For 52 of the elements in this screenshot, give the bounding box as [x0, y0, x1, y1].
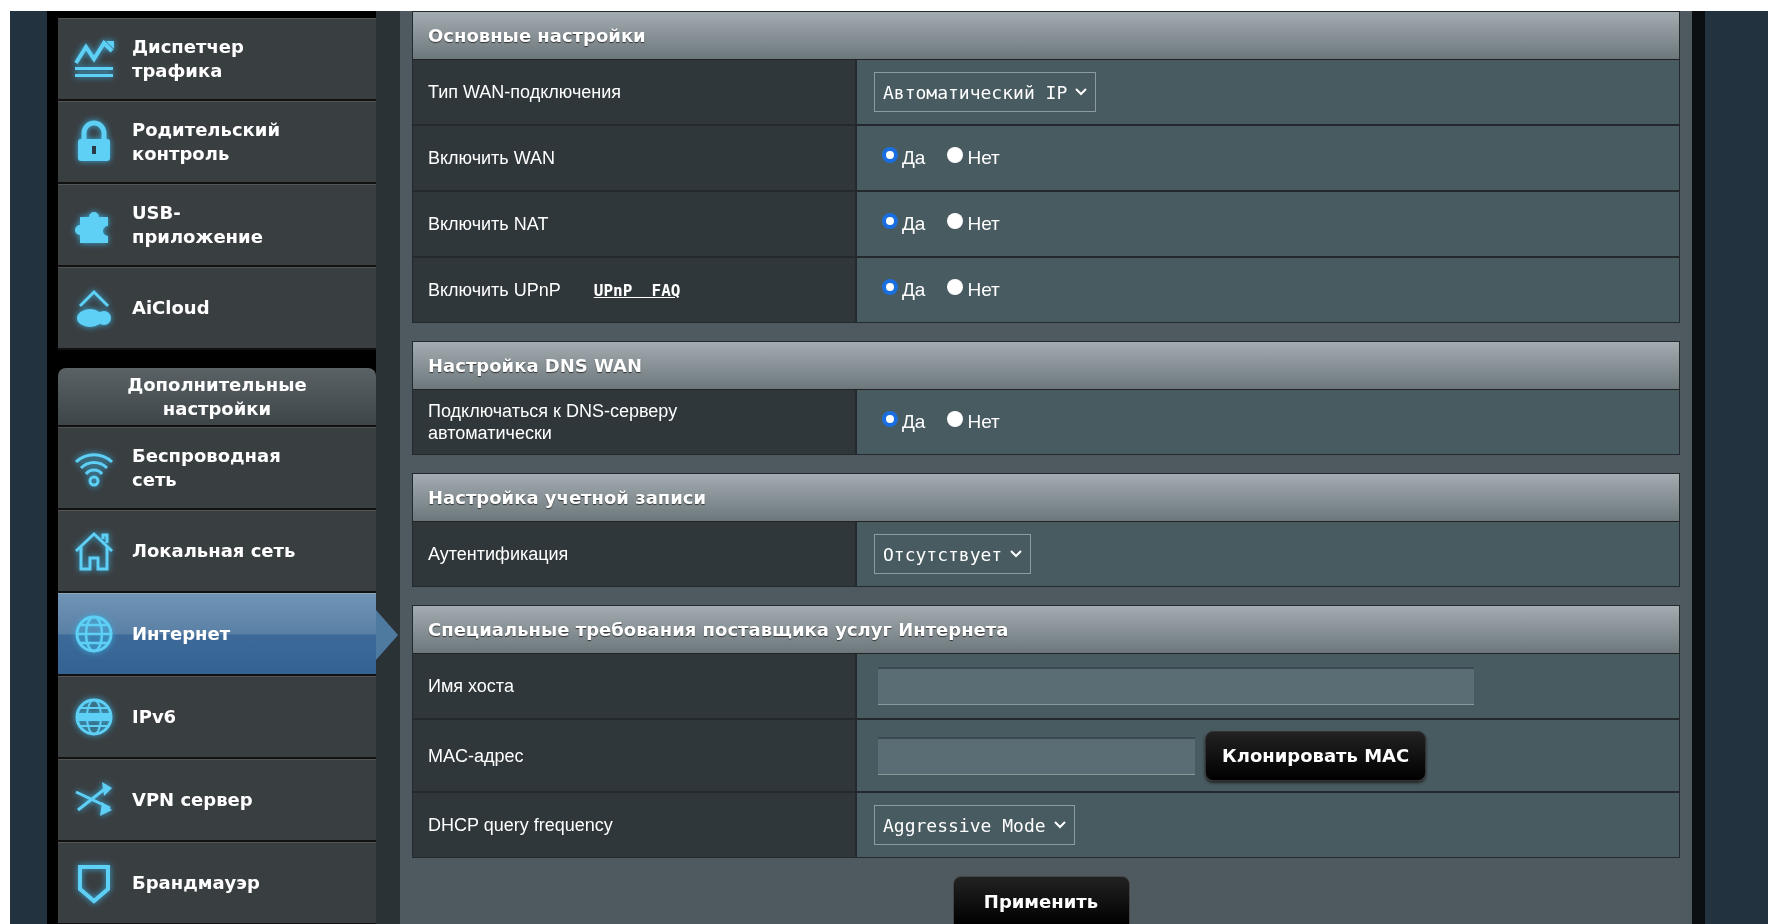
- radio-label: Нет: [967, 147, 1000, 169]
- radio-label: Да: [902, 213, 926, 235]
- input-field[interactable]: [878, 667, 1474, 705]
- sidebar-item[interactable]: Беспроводная сеть: [58, 427, 376, 510]
- select-dropdown[interactable]: Отсутствует: [874, 534, 1032, 574]
- select-dropdown[interactable]: Aggressive Mode: [874, 805, 1075, 845]
- sidebar-item[interactable]: Диспетчер трафика: [58, 18, 376, 101]
- radio-label: Да: [902, 279, 926, 301]
- radio-button[interactable]: [882, 279, 898, 295]
- radio-button[interactable]: [882, 213, 898, 229]
- radio-button[interactable]: [947, 147, 964, 163]
- sidebar-item[interactable]: IPv6: [58, 676, 376, 759]
- field-label: Аутентификация: [428, 543, 569, 565]
- apply-button[interactable]: Применить: [952, 876, 1130, 924]
- sidebar-item[interactable]: Брандмауэр: [58, 842, 376, 924]
- radio-button[interactable]: [947, 279, 964, 295]
- chevron-down-icon: [1075, 88, 1088, 96]
- field-label: DHCP query frequency: [428, 814, 613, 836]
- field-label: MAC-адрес: [428, 744, 524, 767]
- section-title: Специальные требования поставщика услуг Интернета: [428, 619, 1009, 640]
- field-label: Включить NAT: [428, 213, 549, 235]
- field-label: Включить UPnP: [428, 279, 561, 301]
- clone-mac-button[interactable]: Клонировать MAC: [1205, 730, 1427, 781]
- radio-label: Нет: [967, 213, 1000, 235]
- sidebar-item[interactable]: USB-приложение: [58, 184, 376, 267]
- radio-label: Нет: [967, 279, 1000, 301]
- chevron-down-icon: [1010, 550, 1023, 558]
- field-label: Включить WAN: [428, 147, 556, 169]
- section-title: Настройка учетной записи: [428, 487, 707, 508]
- sidebar-item[interactable]: AiCloud: [58, 267, 376, 350]
- sidebar-item[interactable]: Локальная сеть: [58, 510, 376, 593]
- house-icon: [72, 529, 116, 573]
- field-label: Подключаться к DNS-серверу автоматически: [428, 400, 679, 444]
- radio-label: Да: [902, 147, 926, 169]
- pointer-icon: [376, 610, 398, 660]
- section-title: Настройка DNS WAN: [428, 355, 643, 376]
- sidebar-item[interactable]: VPN сервер: [58, 759, 376, 842]
- radio-label: Да: [902, 411, 926, 433]
- radio-button[interactable]: [882, 411, 898, 427]
- chevron-down-icon: [1053, 821, 1066, 829]
- group-title: Дополнительные настройки: [126, 372, 308, 421]
- faq-link[interactable]: UPnP FAQ: [593, 280, 681, 300]
- radio-button[interactable]: [947, 411, 964, 427]
- section-title: Основные настройки: [428, 25, 646, 46]
- radio-button[interactable]: [882, 147, 898, 163]
- sidebar-item[interactable]: Родительский контроль: [58, 101, 376, 184]
- input-field[interactable]: [878, 736, 1195, 775]
- field-label: Имя хоста: [428, 675, 514, 697]
- radio-button[interactable]: [947, 213, 964, 229]
- select-dropdown[interactable]: Автоматический IP: [874, 72, 1097, 112]
- field-label: Тип WAN-подключения: [428, 81, 621, 103]
- radio-label: Нет: [967, 411, 1000, 433]
